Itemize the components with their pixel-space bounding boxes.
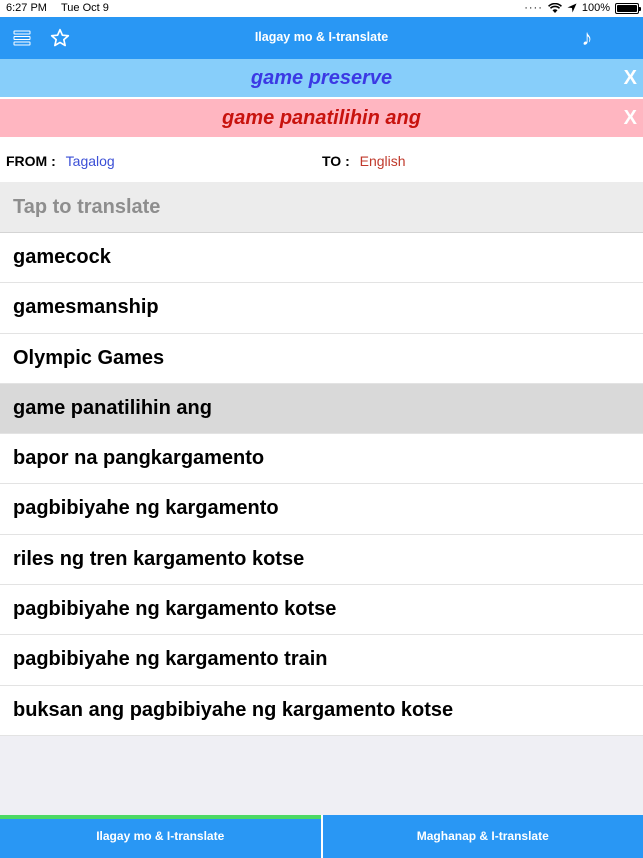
nav-title: Ilagay mo & I-translate xyxy=(254,30,389,44)
tab-search-translate[interactable]: Maghanap & I-translate xyxy=(322,815,643,858)
close-tagalog-button[interactable]: X xyxy=(624,99,637,137)
list-item[interactable]: gamesmanship xyxy=(0,283,643,334)
list-item-label: gamecock xyxy=(13,246,111,268)
list-item[interactable]: game panatilihin ang xyxy=(0,383,643,435)
close-english-button[interactable]: X xyxy=(624,59,637,97)
list-item[interactable]: buksan ang pagbibiyahe ng kargamento kot… xyxy=(0,685,643,736)
list-item[interactable]: pagbibiyahe ng kargamento train xyxy=(0,635,643,686)
list-item-label: Olympic Games xyxy=(13,346,165,369)
status-right: ···· 100% xyxy=(524,2,641,14)
list-item-label: game panatilihin ang xyxy=(13,396,212,419)
music-note-icon[interactable]: ♪ xyxy=(575,25,599,50)
list-item-label: gamesmanship xyxy=(13,296,159,319)
from-language: FROM : Tagalog xyxy=(6,153,115,169)
location-arrow-icon xyxy=(567,3,577,13)
list-item-label: pagbibiyahe ng kargamento xyxy=(13,497,279,520)
battery-fill xyxy=(617,4,637,12)
to-language-value[interactable]: English xyxy=(360,153,406,169)
english-result-bar[interactable]: game preserve X xyxy=(0,59,643,97)
list-item[interactable]: pagbibiyahe ng kargamento kotse xyxy=(0,585,643,636)
list-item[interactable]: bapor na pangkargamento xyxy=(0,434,643,485)
status-bar: 6:27 PM Tue Oct 9 ···· 100% xyxy=(0,0,643,17)
from-label: FROM : xyxy=(6,153,56,169)
nav-bar: Ilagay mo & I-translate ♪ xyxy=(0,17,643,59)
list-item[interactable]: riles ng tren kargamento kotse xyxy=(0,534,643,586)
from-language-value[interactable]: Tagalog xyxy=(66,153,115,169)
status-time: 6:27 PM xyxy=(6,2,47,14)
tagalog-result-text: game panatilihin ang xyxy=(222,107,421,129)
list-item-label: pagbibiyahe ng kargamento train xyxy=(13,648,328,671)
list-item[interactable]: gamecock xyxy=(0,233,643,284)
translate-input[interactable]: Tap to translate xyxy=(0,182,643,233)
signal-dots-icon: ···· xyxy=(524,2,543,14)
to-label: TO : xyxy=(322,153,350,169)
list-item-label: buksan ang pagbibiyahe ng kargamento kot… xyxy=(13,698,454,721)
list-item[interactable]: pagbibiyahe ng kargamento xyxy=(0,484,643,535)
to-language: TO : English xyxy=(322,153,406,169)
suggestion-list: gamecock gamesmanship Olympic Games game pa… xyxy=(0,233,643,736)
battery-icon xyxy=(615,2,641,14)
wifi-icon xyxy=(547,2,562,13)
list-item[interactable]: Olympic Games xyxy=(0,333,643,384)
list-item-label: bapor na pangkargamento xyxy=(13,447,265,470)
status-date: Tue Oct 9 xyxy=(60,2,109,14)
battery-percent: 100% xyxy=(581,2,610,14)
list-item-label: pagbibiyahe ng kargamento kotse xyxy=(13,598,337,621)
status-left: 6:27 PM Tue Oct 9 xyxy=(6,2,109,14)
tagalog-result-bar[interactable]: game panatilihin ang X xyxy=(0,99,643,137)
list-item-label: riles ng tren kargamento kotse xyxy=(13,547,305,570)
tab-bar: Ilagay mo & I-translate Maghanap & I-tran… xyxy=(0,815,643,858)
translate-input-placeholder: Tap to translate xyxy=(13,196,161,218)
empty-area xyxy=(0,736,643,815)
tab-input-translate[interactable]: Ilagay mo & I-translate xyxy=(0,815,321,858)
language-selector: FROM : Tagalog TO : English xyxy=(0,139,643,182)
english-result-text: game preserve xyxy=(250,67,393,89)
